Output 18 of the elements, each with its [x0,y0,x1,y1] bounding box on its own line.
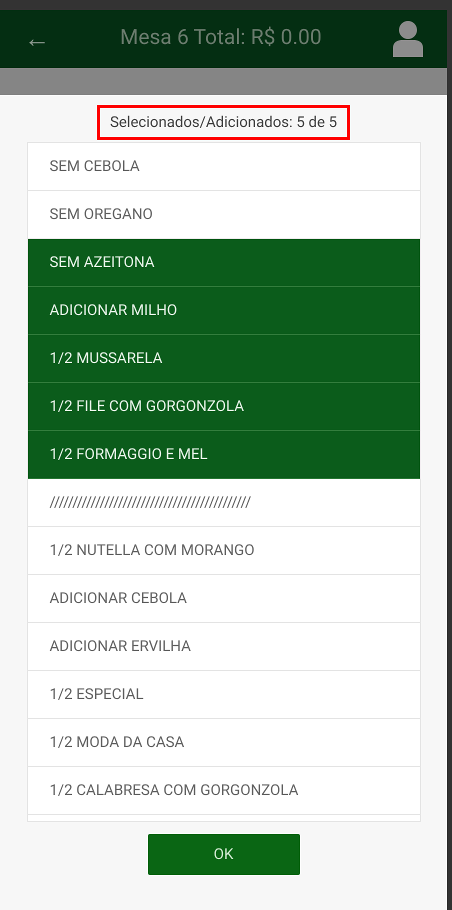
selection-counter: Selecionados/Adicionados: 5 de 5 [96,105,350,140]
user-icon[interactable] [393,21,423,57]
option-row[interactable]: ADICIONAR ERVILHA [28,622,420,670]
option-row[interactable]: //////////////////////////////////////////// [28,478,420,526]
back-arrow[interactable]: ← [24,26,50,52]
header-title: Mesa 6 Total: R$ 0.00 [120,25,322,52]
option-row[interactable]: 1/2 MODA DA CASA [28,718,420,766]
option-row[interactable]: ADICIONAR MILHO [28,286,420,334]
option-row[interactable]: 1/2 CALABRESA COM GORGONZOLA [28,766,420,814]
option-row[interactable]: SEM AZEITONA [28,238,420,286]
option-row[interactable]: 1/2 FILE COM GORGONZOLA [28,382,420,430]
option-row[interactable]: 1/2 MUSSARELA [28,334,420,382]
option-row[interactable]: 1/2 NUTELLA COM MORANGO [28,526,420,574]
option-row[interactable]: ADICIONAR CEBOLA [28,574,420,622]
ok-button[interactable]: OK [148,834,300,874]
option-row[interactable]: 1/2 ESPECIAL [28,670,420,718]
option-row[interactable]: SEM OREGANO [28,190,420,238]
option-row[interactable]: 1/2 FORMAGGIO E MEL [28,430,420,478]
